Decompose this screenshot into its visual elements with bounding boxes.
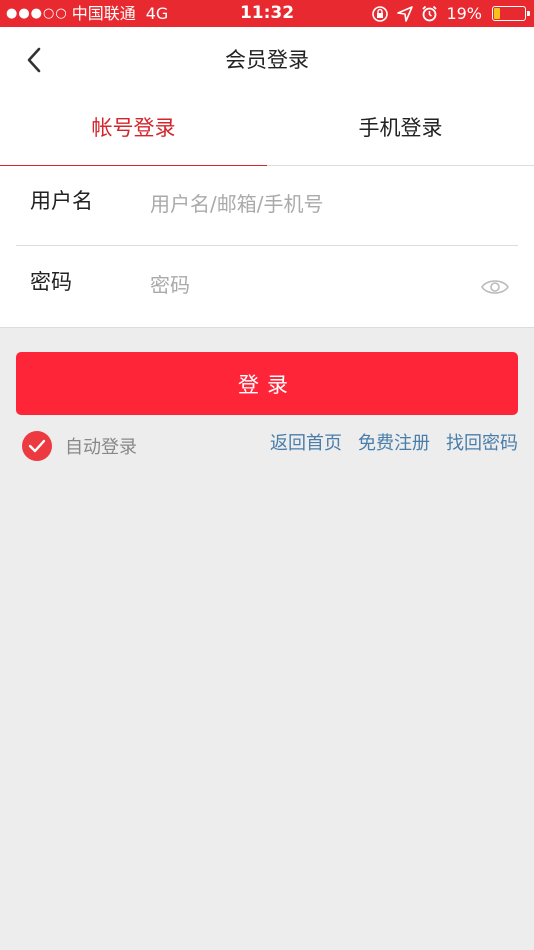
checkmark-icon[interactable] bbox=[22, 431, 52, 461]
status-right: 19% bbox=[371, 0, 530, 27]
show-password-eye-icon[interactable] bbox=[480, 277, 510, 297]
auto-login-toggle[interactable]: 自动登录 bbox=[22, 430, 137, 462]
password-input[interactable] bbox=[150, 265, 470, 305]
tab-account-login[interactable]: 帐号登录 bbox=[0, 93, 267, 167]
link-find-password[interactable]: 找回密码 bbox=[446, 430, 518, 458]
status-bar: ●●●○○ 中国联通 4G 11:32 19% bbox=[0, 0, 534, 27]
auto-login-label: 自动登录 bbox=[65, 437, 137, 458]
orientation-lock-icon bbox=[372, 5, 389, 22]
link-back-home[interactable]: 返回首页 bbox=[270, 430, 342, 458]
location-icon bbox=[397, 5, 414, 22]
username-label: 用户名 bbox=[30, 189, 93, 213]
password-row: 密码 bbox=[16, 247, 518, 327]
battery-percent: 19% bbox=[446, 4, 482, 23]
login-tabs: 帐号登录 手机登录 bbox=[0, 93, 534, 167]
login-button[interactable]: 登录 bbox=[16, 352, 518, 415]
battery-icon bbox=[492, 6, 530, 21]
nav-bar: 会员登录 bbox=[0, 27, 534, 93]
page-title: 会员登录 bbox=[225, 48, 309, 72]
username-row: 用户名 bbox=[16, 166, 518, 246]
tab-phone-login[interactable]: 手机登录 bbox=[267, 93, 534, 166]
password-label: 密码 bbox=[30, 270, 72, 294]
alarm-icon bbox=[422, 5, 438, 22]
link-free-register[interactable]: 免费注册 bbox=[358, 430, 430, 458]
login-form: 用户名 密码 bbox=[0, 166, 534, 328]
username-input[interactable] bbox=[150, 184, 470, 224]
footer-links: 返回首页 免费注册 找回密码 bbox=[270, 430, 518, 458]
battery-fill bbox=[494, 8, 500, 19]
